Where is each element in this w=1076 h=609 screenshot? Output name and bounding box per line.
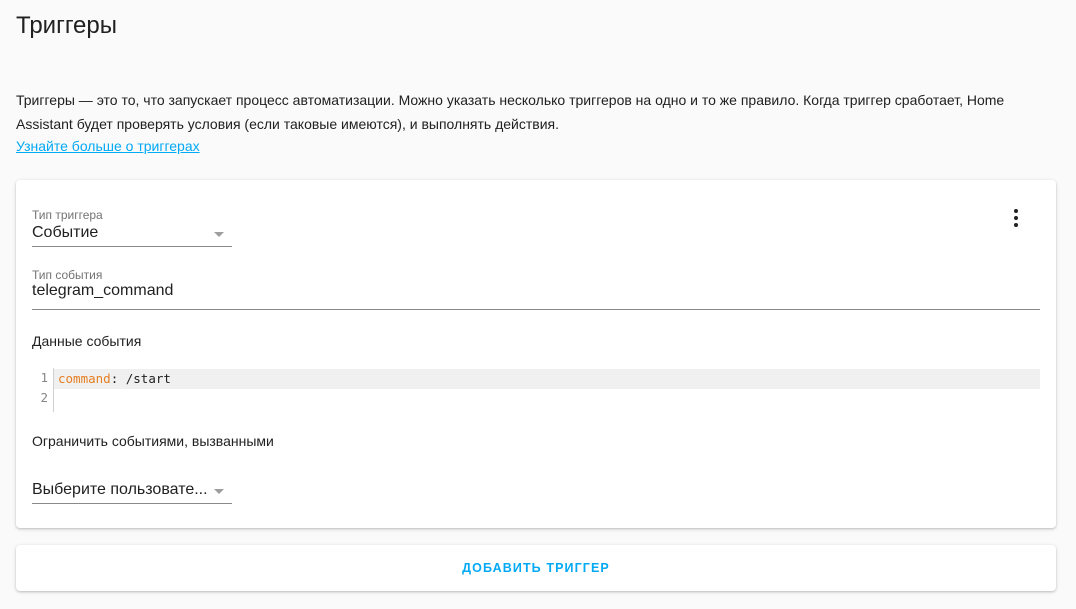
- code-line-1: command: /start: [54, 369, 1040, 389]
- learn-more-link[interactable]: Узнайте больше о триггерах: [16, 136, 200, 156]
- user-select-dropdown[interactable]: Выберите пользовате...: [32, 476, 232, 504]
- page-title: Триггеры: [16, 12, 117, 39]
- event-type-input[interactable]: telegram_command: [32, 274, 1040, 310]
- event-data-label: Данные события: [32, 333, 142, 349]
- trigger-card: Тип триггера Событие Тип события telegra…: [16, 180, 1056, 528]
- event-type-value: telegram_command: [32, 282, 174, 299]
- yaml-value: /start: [125, 371, 171, 386]
- line-number: 2: [40, 390, 48, 405]
- add-trigger-button[interactable]: ДОБАВИТЬ ТРИГГЕР: [452, 555, 620, 581]
- trigger-type-dropdown[interactable]: Событие: [32, 219, 232, 247]
- triangle-down-icon: [214, 232, 224, 237]
- yaml-key: command: [58, 371, 111, 386]
- triangle-down-icon: [214, 489, 224, 494]
- add-trigger-card: ДОБАВИТЬ ТРИГГЕР: [16, 545, 1056, 591]
- automation-trigger-page: Триггеры Триггеры — это то, что запускае…: [0, 0, 1076, 609]
- limit-events-label: Ограничить событиями, вызванными: [32, 433, 274, 449]
- line-number-gutter: 1 2: [32, 368, 54, 412]
- line-number: 1: [40, 370, 48, 385]
- dots-vertical-icon[interactable]: [1004, 206, 1028, 230]
- yaml-separator: :: [110, 371, 126, 386]
- user-select-value: Выберите пользовате...: [32, 481, 208, 498]
- intro-text: Триггеры — это то, что запускает процесс…: [16, 92, 1005, 132]
- trigger-type-value: Событие: [32, 224, 99, 241]
- event-data-code-editor[interactable]: 1 2 command: /start: [32, 368, 1040, 412]
